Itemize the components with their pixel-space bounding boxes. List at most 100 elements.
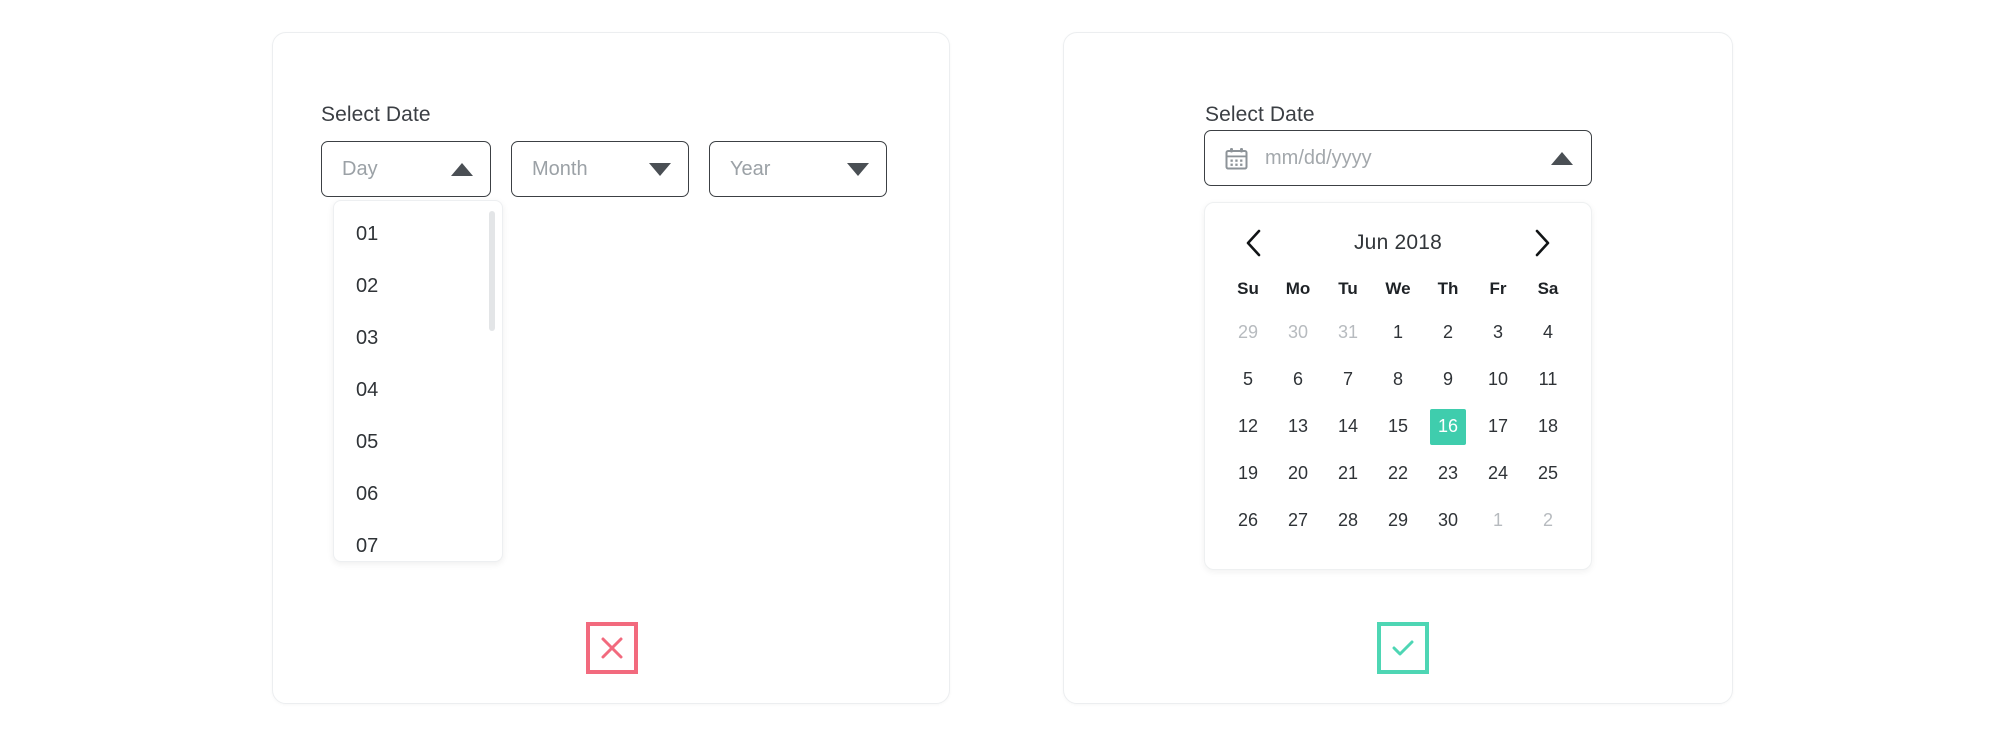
list-item[interactable]: 06 [334,468,502,520]
close-x-icon [601,637,623,659]
page-title-right: Select Date [1205,103,1315,126]
calendar-day[interactable]: 30 [1423,497,1473,544]
calendar-day-label: 30 [1437,510,1459,530]
year-select-placeholder: Year [730,157,771,180]
calendar-day[interactable]: 2 [1423,309,1473,356]
dropdown-scrollbar[interactable] [489,211,495,551]
calendar-day[interactable]: 19 [1223,450,1273,497]
calendar-day[interactable]: 20 [1273,450,1323,497]
calendar-day-selected[interactable]: 16 [1423,403,1473,450]
calendar-day-label: 29 [1387,510,1409,530]
weekday-label: Tu [1338,279,1358,298]
calendar-day[interactable]: 3 [1473,309,1523,356]
month-select[interactable]: Month [511,141,689,197]
calendar-day-label: 18 [1537,416,1559,436]
confirm-button[interactable] [1377,622,1429,674]
calendar-month-title: Jun 2018 [1353,231,1442,254]
calendar-day-label: 20 [1287,463,1309,483]
list-item[interactable]: 03 [334,312,502,364]
calendar-day-label: 29 [1237,322,1259,342]
calendar-day-label: 4 [1542,322,1553,342]
calendar-day[interactable]: 1 [1373,309,1423,356]
calendar-day[interactable]: 4 [1523,309,1573,356]
calendar-panel: Jun 2018 Su Mo Tu We Th Fr Sa 29 30 31 1 2 3 4… [1204,202,1592,570]
day-select-placeholder: Day [342,157,378,180]
list-item[interactable]: 04 [334,364,502,416]
calendar-day[interactable]: 24 [1473,450,1523,497]
calendar-day[interactable]: 26 [1223,497,1273,544]
calendar-day-label: 19 [1237,463,1259,483]
calendar-day[interactable]: 7 [1323,356,1373,403]
calendar-day[interactable]: 22 [1373,450,1423,497]
calendar-day[interactable]: 6 [1273,356,1323,403]
calendar-day[interactable]: 12 [1223,403,1273,450]
calendar-day-label: 1 [1392,322,1403,342]
weekday-label: Mo [1285,279,1311,298]
prev-month-button[interactable] [1237,226,1271,260]
calendar-day-label: 31 [1337,322,1359,342]
calendar-day[interactable]: 23 [1423,450,1473,497]
calendar-day[interactable]: 18 [1523,403,1573,450]
day-select[interactable]: Day [321,141,491,197]
list-item[interactable]: 02 [334,260,502,312]
calendar-day[interactable]: 13 [1273,403,1323,450]
calendar-day-label: 2 [1442,322,1453,342]
weekday-label: Fr [1489,279,1507,298]
calendar-day[interactable]: 9 [1423,356,1473,403]
month-select-placeholder: Month [532,157,588,180]
calendar-day-label: 24 [1487,463,1509,483]
calendar-day[interactable]: 27 [1273,497,1323,544]
calendar-day-label: 23 [1437,463,1459,483]
calendar-icon [1225,147,1248,169]
check-icon [1392,640,1414,656]
calendar-day-label: 25 [1537,463,1559,483]
calendar-day[interactable]: 15 [1373,403,1423,450]
calendar-day-label: 21 [1337,463,1359,483]
calendar-day[interactable]: 2 [1523,497,1573,544]
calendar-day-label: 27 [1287,510,1309,530]
calendar-day[interactable]: 25 [1523,450,1573,497]
calendar-day[interactable]: 1 [1473,497,1523,544]
calendar-header: Jun 2018 [1223,217,1573,269]
calendar-day[interactable]: 17 [1473,403,1523,450]
calendar-day[interactable]: 29 [1373,497,1423,544]
calendar-day-label: 8 [1392,369,1403,389]
calendar-day[interactable]: 5 [1223,356,1273,403]
calendar-day-label: 5 [1242,369,1253,389]
calendar-day[interactable]: 30 [1273,309,1323,356]
chevron-left-icon [1246,229,1261,257]
screen-root: Select Date Day Month Year 01 02 03 04 0… [0,0,2000,733]
calendar-day[interactable]: 11 [1523,356,1573,403]
triangle-down-icon [847,162,869,176]
calendar-day[interactable]: 21 [1323,450,1373,497]
list-item[interactable]: 07 [334,520,502,561]
calendar-day[interactable]: 10 [1473,356,1523,403]
calendar-day[interactable]: 29 [1223,309,1273,356]
calendar-day[interactable]: 8 [1373,356,1423,403]
calendar-day[interactable]: 14 [1323,403,1373,450]
calendar-day-label: 15 [1387,416,1409,436]
calendar-day-label: 17 [1487,416,1509,436]
dropdown-scrollbar-thumb[interactable] [489,211,495,331]
calendar-day-label: 22 [1387,463,1409,483]
date-input-field[interactable]: mm/dd/yyyy [1204,130,1592,186]
weekday-label: Sa [1537,279,1559,298]
calendar-day-label: 28 [1337,510,1359,530]
day-dropdown-scroll-area[interactable]: 01 02 03 04 05 06 07 [334,201,502,561]
calendar-day[interactable]: 31 [1323,309,1373,356]
list-item[interactable]: 05 [334,416,502,468]
next-month-button[interactable] [1525,226,1559,260]
weekday-label: We [1385,279,1411,298]
calendar-day-label: 3 [1492,322,1503,342]
calendar-day-label: 12 [1237,416,1259,436]
list-item[interactable]: 01 [334,208,502,260]
chevron-right-icon [1535,229,1550,257]
cancel-button[interactable] [586,622,638,674]
day-dropdown-list[interactable]: 01 02 03 04 05 06 07 [333,200,503,562]
calendar-day-label: 30 [1287,322,1309,342]
calendar-day[interactable]: 28 [1323,497,1373,544]
year-select[interactable]: Year [709,141,887,197]
calendar-day-label: 9 [1442,369,1453,389]
calendar-day-label: 6 [1292,369,1303,389]
calendar-day-grid: 29 30 31 1 2 3 4 5 6 7 8 9 10 11 12 13 14 15 16 17 18 19 20 21 2… [1223,309,1573,544]
